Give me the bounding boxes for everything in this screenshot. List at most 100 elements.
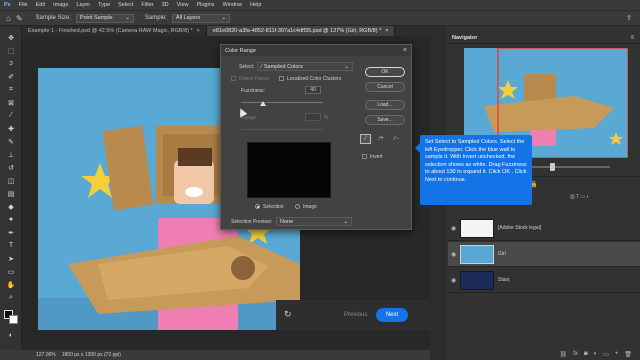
frame-tool-icon[interactable]: ⊠: [3, 97, 19, 108]
next-button[interactable]: Next: [376, 308, 408, 322]
zoom-tool-icon[interactable]: ⌕: [3, 292, 19, 303]
chevron-down-icon: ⌄: [344, 63, 349, 70]
select-value: Sampled Colors: [263, 63, 303, 70]
image-radio[interactable]: [295, 204, 300, 209]
shape-tool-icon[interactable]: ▭: [3, 266, 19, 277]
tab-example-1[interactable]: Example 1 - Finished.psd @ 42.5% (Camera…: [22, 26, 207, 36]
chevron-down-icon: ⌄: [343, 218, 348, 225]
fuzziness-label: Fuzziness:: [241, 88, 265, 94]
layer-row[interactable]: ◉ Girl: [448, 242, 640, 267]
ok-button[interactable]: OK: [365, 67, 405, 77]
gradient-tool-icon[interactable]: ▤: [3, 188, 19, 199]
path-select-icon[interactable]: ➤: [3, 253, 19, 264]
detect-faces-checkbox[interactable]: [231, 76, 236, 81]
menu-file[interactable]: File: [19, 2, 28, 8]
fx-icon[interactable]: fx: [573, 351, 578, 357]
hand-tool-icon[interactable]: ✋: [3, 279, 19, 290]
load-button[interactable]: Load...: [365, 100, 405, 110]
fuzziness-slider-handle[interactable]: [260, 101, 266, 106]
home-icon[interactable]: ⌂: [6, 14, 11, 23]
new-layer-icon[interactable]: +: [615, 351, 619, 357]
menu-layer[interactable]: Layer: [76, 2, 90, 8]
background-color-swatch[interactable]: [9, 315, 18, 324]
tab-label: e81e0820-a3fa-4852-811f-307a1c4dff35.psd…: [212, 28, 382, 34]
selection-preview-box[interactable]: [247, 142, 331, 198]
close-icon[interactable]: ×: [403, 47, 407, 54]
image-radio-label: Image: [303, 204, 317, 210]
ps-logo[interactable]: Ps: [4, 2, 11, 8]
folder-icon[interactable]: ▭: [603, 351, 609, 358]
sample-label: Sample:: [144, 15, 167, 21]
type-tool-icon[interactable]: T: [3, 240, 19, 251]
crop-tool-icon[interactable]: ⌗: [3, 84, 19, 95]
trash-icon[interactable]: 🗑: [624, 351, 632, 358]
eye-icon[interactable]: ◉: [451, 277, 456, 284]
eyedropper-tool-icon[interactable]: ✎: [16, 14, 23, 23]
menu-image[interactable]: Image: [53, 2, 68, 8]
move-tool-icon[interactable]: ✥: [3, 32, 19, 43]
menu-plugins[interactable]: Plugins: [196, 2, 214, 8]
mask-icon[interactable]: ◙: [584, 351, 588, 357]
selection-radio-label: Selection: [263, 204, 284, 210]
zoom-level: 127.06%: [36, 352, 56, 358]
zoom-slider-handle[interactable]: [550, 163, 555, 171]
selection-radio[interactable]: [255, 204, 260, 209]
quick-select-tool-icon[interactable]: ✐: [3, 71, 19, 82]
link-icon[interactable]: ⛓: [560, 351, 568, 358]
eyedropper-icon[interactable]: ⁄: [3, 110, 19, 121]
cancel-button[interactable]: Cancel: [365, 82, 405, 92]
invert-checkbox[interactable]: [362, 154, 367, 159]
layer-name: [Adobe Stock legal]: [498, 225, 542, 231]
clone-stamp-icon[interactable]: ⊥: [3, 149, 19, 160]
healing-brush-icon[interactable]: ✚: [3, 123, 19, 134]
menu-window[interactable]: Window: [223, 2, 243, 8]
refresh-icon[interactable]: ↻: [284, 309, 292, 320]
menu-view[interactable]: View: [177, 2, 189, 8]
selection-preview-select[interactable]: None ⌄: [276, 217, 352, 226]
chevron-down-icon: ⌄: [125, 15, 130, 21]
fuzziness-input[interactable]: 40: [305, 86, 321, 94]
dodge-tool-icon[interactable]: ●: [3, 214, 19, 225]
range-input[interactable]: [305, 113, 321, 121]
close-icon[interactable]: ×: [385, 28, 388, 34]
menu-3d[interactable]: 3D: [162, 2, 169, 8]
save-button[interactable]: Save...: [365, 115, 405, 125]
status-bar: 127.06% 1800 px x 1200 px (72 ppi): [0, 350, 430, 360]
fuzziness-slider-track[interactable]: [241, 102, 323, 103]
eye-icon[interactable]: ◉: [451, 225, 456, 232]
marquee-tool-icon[interactable]: ⬚: [3, 45, 19, 56]
share-icon[interactable]: ⇪: [626, 14, 632, 22]
layer-row[interactable]: ◉ Stars: [448, 268, 640, 293]
selection-preview-label: Selection Preview:: [231, 219, 273, 225]
menu-edit[interactable]: Edit: [36, 2, 45, 8]
close-icon[interactable]: ×: [197, 28, 200, 34]
menu-help[interactable]: Help: [250, 2, 261, 8]
eyedropper-subtract-icon[interactable]: ⁄−: [391, 134, 402, 144]
sample-select[interactable]: All Layers ⌄: [171, 13, 230, 23]
layer-filter-icons[interactable]: ▥ T ▭ ◐: [570, 194, 590, 200]
layer-thumbnail: [460, 270, 494, 290]
eyedropper-add-icon[interactable]: ⁄+: [376, 134, 387, 144]
history-brush-icon[interactable]: ↺: [3, 162, 19, 173]
select-dropdown[interactable]: ⁄ Sampled Colors ⌄: [257, 62, 353, 71]
previous-button[interactable]: Previous: [344, 312, 367, 318]
localized-clusters-checkbox[interactable]: [279, 76, 284, 81]
layer-row[interactable]: ◉ [Adobe Stock legal]: [448, 216, 640, 241]
menu-filter[interactable]: Filter: [141, 2, 153, 8]
eye-icon[interactable]: ◉: [451, 251, 456, 258]
eraser-tool-icon[interactable]: ◫: [3, 175, 19, 186]
quick-mask-icon[interactable]: ◐: [3, 330, 19, 341]
panel-menu-icon[interactable]: ≡: [630, 35, 634, 41]
eyedropper-icon: ⁄: [261, 63, 262, 70]
eyedropper-sample-icon[interactable]: ⁄: [360, 134, 371, 144]
menu-type[interactable]: Type: [98, 2, 110, 8]
range-slider-track[interactable]: [241, 129, 323, 130]
brush-tool-icon[interactable]: ✎: [3, 136, 19, 147]
adjustment-icon[interactable]: ◐: [594, 351, 598, 357]
blur-tool-icon[interactable]: ◆: [3, 201, 19, 212]
pen-tool-icon[interactable]: ✒: [3, 227, 19, 238]
sample-size-select[interactable]: Point Sample ⌄: [75, 13, 134, 23]
menu-select[interactable]: Select: [118, 2, 133, 8]
tab-girl-document[interactable]: e81e0820-a3fa-4852-811f-307a1c4dff35.psd…: [206, 26, 396, 36]
lasso-tool-icon[interactable]: ↄ: [3, 58, 19, 69]
